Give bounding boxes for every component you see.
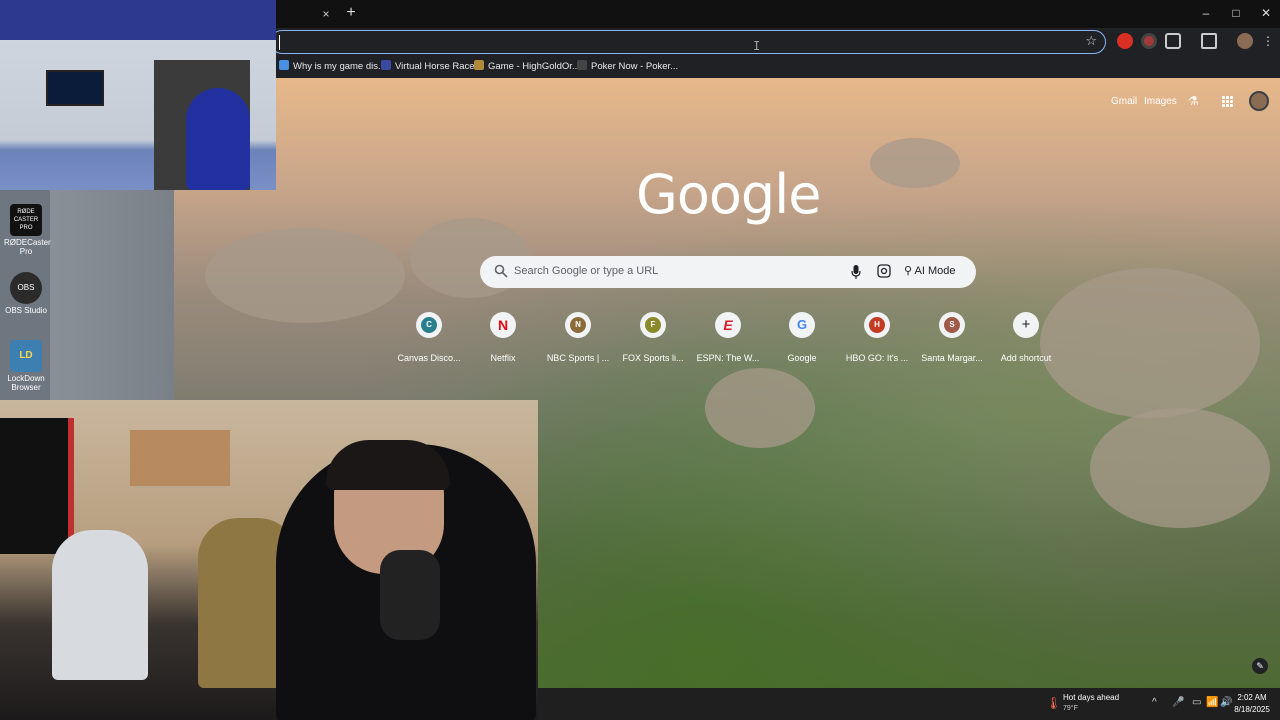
bookmark-star-icon[interactable]: ☆ (1085, 33, 1097, 49)
search-placeholder: Search Google or type a URL (514, 265, 659, 277)
desktop-icon-label: OBS Studio (5, 306, 47, 315)
shortcut-label: Netflix (490, 353, 516, 363)
labs-flask-icon[interactable]: ⚗ (1188, 94, 1202, 108)
gmail-link[interactable]: Gmail (1111, 96, 1137, 107)
background-rock (870, 138, 960, 188)
shortcut-label: Canvas Disco... (397, 353, 461, 363)
tv-image (46, 70, 104, 106)
weather-title[interactable]: Hot days ahead (1063, 693, 1119, 702)
microphone-icon[interactable] (850, 264, 862, 280)
profile-avatar[interactable] (1237, 33, 1253, 49)
minimize-button[interactable]: – (1192, 4, 1220, 22)
shortcut-favicon: G (789, 312, 815, 338)
customize-pencil-icon[interactable]: ✎ (1252, 658, 1268, 674)
shortcut-label: HBO GO: It's ... (845, 353, 909, 363)
shortcut-favicon: N (565, 312, 591, 338)
background-rock (205, 228, 405, 323)
address-bar[interactable]: I ☆ (270, 30, 1106, 54)
person-hair-image (326, 440, 450, 490)
extension-record-icon[interactable] (1141, 33, 1157, 49)
maximize-button[interactable]: □ (1222, 4, 1250, 22)
shortcut-label: ESPN: The W... (696, 353, 760, 363)
search-icon (494, 264, 508, 278)
background-rock (705, 368, 815, 448)
desktop-icon-rodecaster[interactable]: RØDE CASTER PRO RØDECaster Pro (4, 204, 51, 256)
background-rock (1040, 268, 1260, 418)
desktop-icon-lockdown[interactable]: LD LockDown Browser (4, 340, 48, 392)
close-window-button[interactable]: ✕ (1252, 4, 1280, 22)
person-image (186, 88, 250, 190)
add-shortcut-button[interactable]: + Add shortcut (989, 310, 1063, 370)
shortcut-tile[interactable]: S Santa Margar... (915, 310, 989, 370)
shortcut-favicon: E (715, 312, 741, 338)
bookmark-favicon-icon (279, 60, 289, 70)
chrome-menu-icon[interactable]: ⋮ (1262, 33, 1274, 49)
shortcut-favicon: C (416, 312, 442, 338)
shortcut-tile[interactable]: E ESPN: The W... (691, 310, 765, 370)
microphone-tray-icon[interactable]: 🎤 (1172, 697, 1184, 708)
bookmark-item[interactable]: Game - HighGoldOr... (474, 60, 580, 74)
thermometer-icon[interactable]: 🌡 (1046, 696, 1061, 712)
text-caret (279, 35, 280, 50)
rodecaster-icon: RØDE CASTER PRO (10, 204, 42, 236)
tray-overflow-icon[interactable]: ^ (1152, 697, 1157, 708)
bookmark-item[interactable]: Poker Now - Poker... (577, 60, 678, 74)
wall-flag-image (0, 418, 74, 554)
webcam-overlay-bottom (0, 400, 538, 720)
ai-search-icon: ⚲ (904, 265, 915, 277)
account-avatar[interactable] (1249, 91, 1269, 111)
bookmark-favicon-icon (577, 60, 587, 70)
cast-icon[interactable] (1201, 33, 1217, 49)
shortcut-label: NBC Sports | ... (546, 353, 610, 363)
shortcut-favicon: F (640, 312, 666, 338)
taskbar: 🌡 Hot days ahead 79°F ^ 🎤 ▭ 📶 🔊 2:02 AM … (538, 688, 1280, 720)
images-link[interactable]: Images (1144, 96, 1177, 107)
person-image (52, 530, 148, 680)
display-tray-icon[interactable]: ▭ (1192, 697, 1201, 708)
bookmark-item[interactable]: Virtual Horse Races (381, 60, 479, 74)
plus-icon: + (1013, 312, 1039, 338)
ibeam-cursor-icon: I (753, 39, 761, 53)
shortcut-tile[interactable]: N Netflix (466, 310, 540, 370)
shortcut-label: Santa Margar... (921, 353, 983, 363)
background-rock (1090, 408, 1270, 528)
bookmark-item[interactable]: Why is my game dis... (279, 60, 386, 74)
desktop-icon-obs[interactable]: OBS OBS Studio (4, 272, 48, 315)
extensions-puzzle-icon[interactable] (1165, 33, 1181, 49)
shortcut-tile[interactable]: F FOX Sports li... (616, 310, 690, 370)
tab-close-button[interactable]: × (318, 6, 334, 22)
network-icon[interactable]: 📶 (1206, 697, 1218, 708)
google-logo: Google (636, 163, 821, 226)
lockdown-browser-icon: LD (10, 340, 42, 372)
microphone-image (380, 550, 440, 640)
shortcut-label: Add shortcut (1000, 353, 1052, 363)
search-box[interactable]: Search Google or type a URL ⚲ AI Mode (480, 256, 976, 288)
new-tab-button[interactable]: + (342, 4, 360, 22)
shortcuts-grid: C Canvas Disco... N Netflix N NBC Sports… (392, 310, 1064, 370)
clock-date[interactable]: 8/18/2025 (1228, 705, 1276, 714)
obs-icon: OBS (10, 272, 42, 304)
shortcut-label: Google (787, 353, 817, 363)
bookmark-favicon-icon (381, 60, 391, 70)
shortcut-favicon: H (864, 312, 890, 338)
ai-mode-button[interactable]: ⚲ AI Mode (904, 264, 955, 277)
shortcut-tile[interactable]: N NBC Sports | ... (541, 310, 615, 370)
webcam-overlay-top (0, 0, 276, 190)
shortcut-tile[interactable]: G Google (765, 310, 839, 370)
desktop-icon-label: LockDown Browser (7, 374, 45, 392)
shortcut-favicon: N (490, 312, 516, 338)
extension-red-icon[interactable] (1117, 33, 1133, 49)
google-lens-icon[interactable] (877, 264, 891, 278)
shortcut-tile[interactable]: C Canvas Disco... (392, 310, 466, 370)
bookmark-favicon-icon (474, 60, 484, 70)
desktop-panel (50, 190, 174, 400)
desktop-icon-label: RØDECaster Pro (4, 238, 51, 256)
shortcut-label: FOX Sports li... (622, 353, 684, 363)
weather-temperature: 79°F (1063, 705, 1078, 712)
google-apps-icon[interactable] (1222, 96, 1234, 108)
shortcut-favicon: S (939, 312, 965, 338)
clock-time[interactable]: 2:02 AM (1228, 693, 1276, 702)
shortcut-tile[interactable]: H HBO GO: It's ... (840, 310, 914, 370)
kitchen-cabinet-image (130, 430, 230, 486)
